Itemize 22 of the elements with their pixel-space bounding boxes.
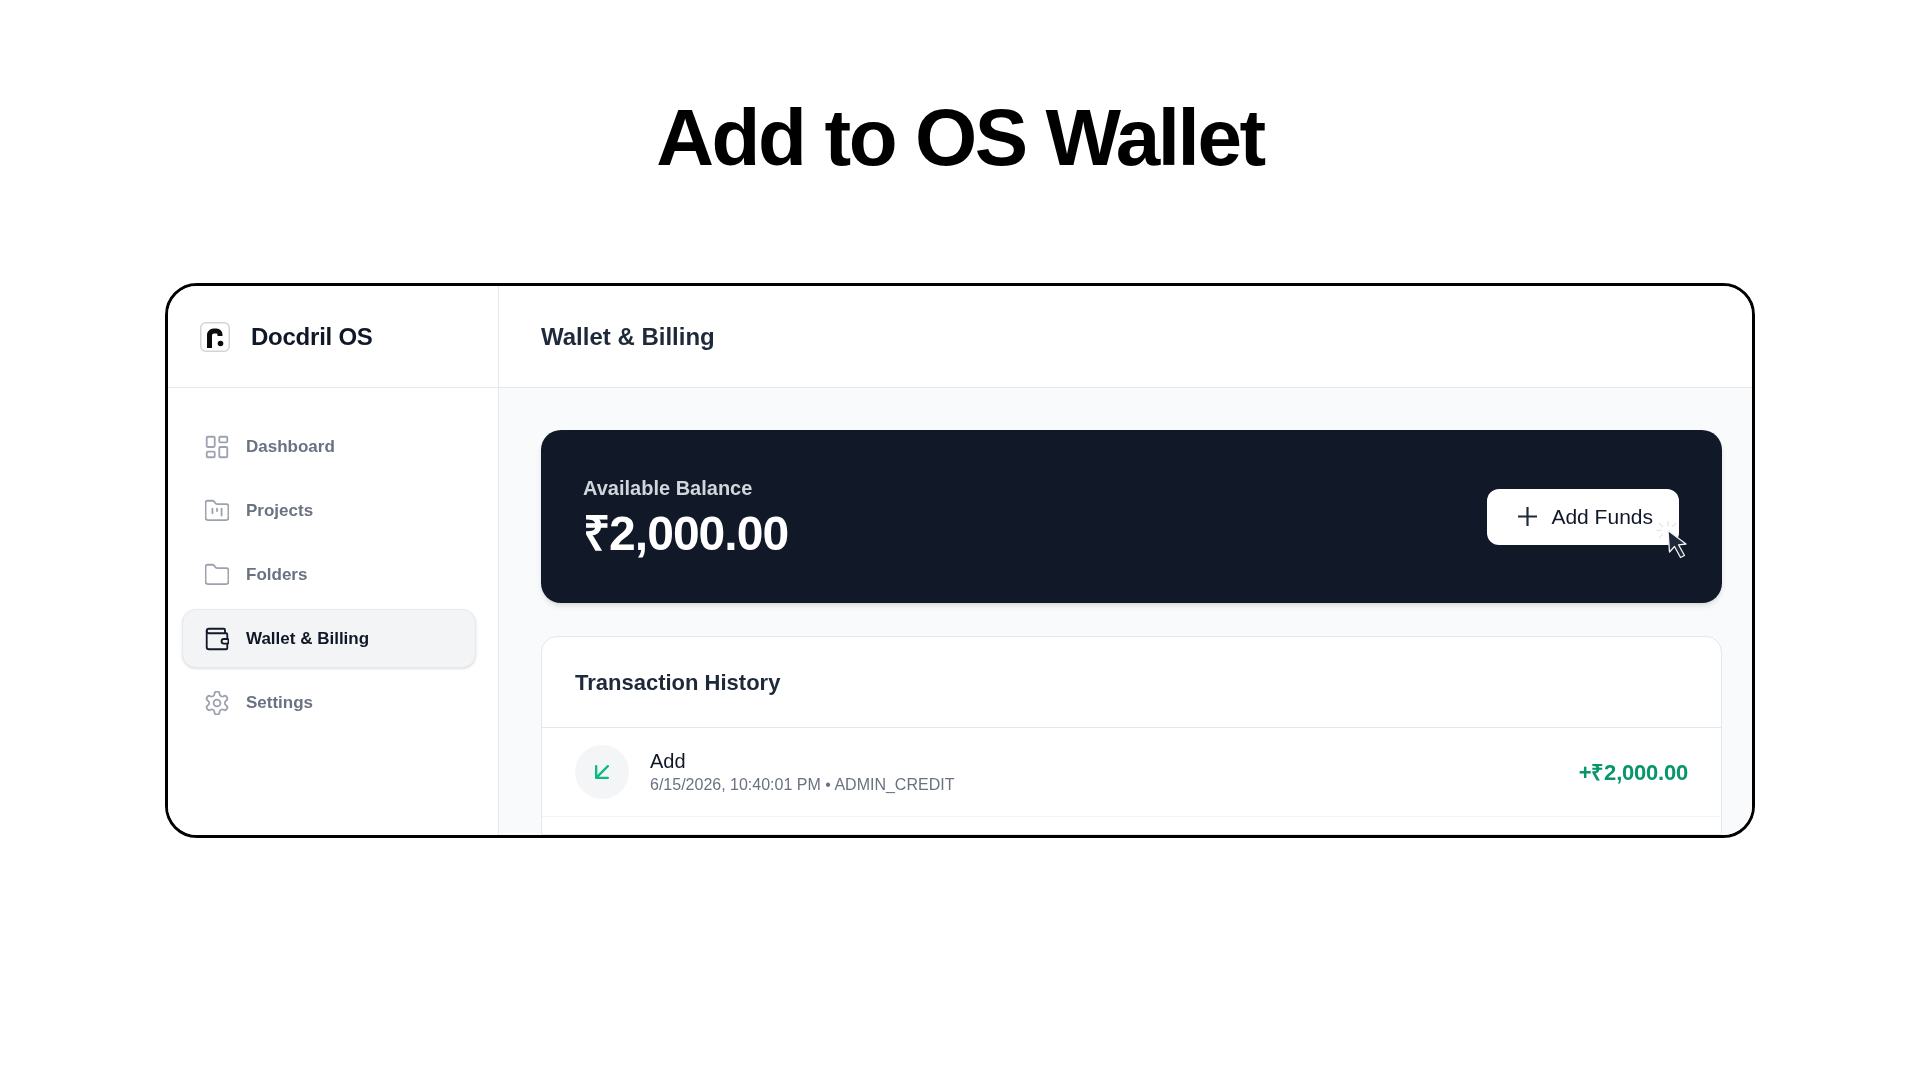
transaction-details: 6/15/2026, 10:40:01 PM • ADMIN_CREDIT bbox=[650, 775, 955, 795]
folder-icon bbox=[205, 562, 229, 587]
brand-name: Docdril OS bbox=[251, 321, 373, 352]
balance-amount: ₹2,000.00 bbox=[583, 509, 789, 558]
wallet-icon bbox=[205, 626, 229, 651]
sidebar-item[interactable]: Wallet & Billing bbox=[182, 609, 476, 668]
page-heading: Add to OS Wallet bbox=[656, 98, 1264, 178]
page-title: Wallet & Billing bbox=[541, 321, 715, 352]
settings-icon bbox=[205, 690, 229, 715]
sidebar-item[interactable]: Projects bbox=[182, 481, 476, 540]
transaction-amount: +₹2,000.00 bbox=[1578, 758, 1688, 787]
sidebar-item[interactable]: Folders bbox=[182, 545, 476, 604]
sidebar-item[interactable]: Settings bbox=[182, 673, 476, 732]
transaction-title: Add bbox=[650, 749, 687, 773]
plus-icon bbox=[1518, 507, 1538, 526]
dashboard-icon bbox=[205, 434, 229, 459]
balance-label: Available Balance bbox=[583, 475, 754, 500]
section-title: Transaction History bbox=[575, 668, 781, 697]
sidebar-item[interactable]: Dashboard bbox=[182, 417, 476, 476]
logo-icon bbox=[200, 321, 230, 352]
add-funds-button[interactable]: Add Funds bbox=[1487, 488, 1679, 545]
folder-chart-icon bbox=[205, 498, 229, 523]
